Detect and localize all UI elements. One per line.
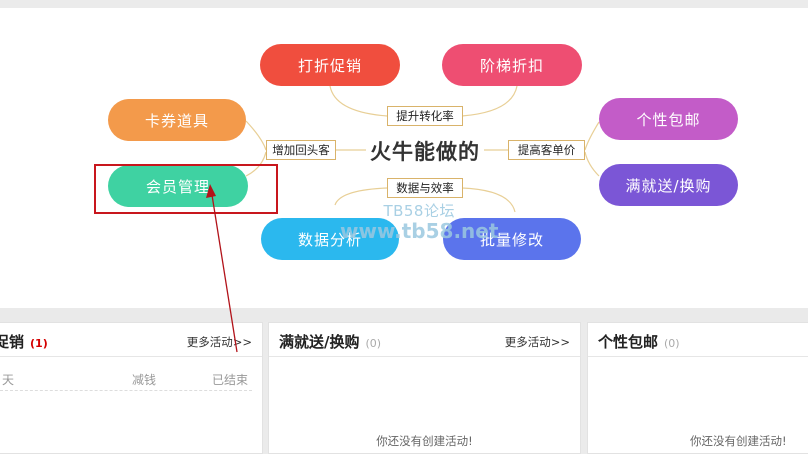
panel-title: 个性包邮 (0) [598, 331, 680, 352]
column-header: 减钱 [132, 373, 157, 387]
panel-gift-exchange: 满就送/换购 (0) 更多活动>> 你还没有创建活动! [268, 322, 581, 454]
column-header: 已结束 [212, 373, 249, 387]
panel-header: 满就送/换购 (0) 更多活动>> [269, 323, 580, 357]
empty-state-message: 你还没有创建活动! [376, 434, 473, 448]
column-header: 天 [2, 373, 15, 387]
watermark: TB58论坛 www.tb58.net [340, 200, 498, 243]
section-divider [0, 308, 808, 322]
connector-label-data-efficiency: 数据与效率 [387, 178, 463, 198]
panel-title: 满就送/换购 (0) [279, 331, 381, 352]
node-free-shipping[interactable]: 个性包邮 [599, 98, 738, 140]
panel-free-shipping: 个性包邮 (0) 你还没有创建活动! [587, 322, 808, 454]
mindmap-center-title: 火牛能做的 [370, 140, 480, 164]
panel-title-text: 促销 [0, 333, 25, 351]
node-discount-promo[interactable]: 打折促销 [260, 44, 400, 86]
watermark-line2: www.tb58.net [340, 219, 499, 243]
panel-header: 个性包邮 (0) [588, 323, 808, 357]
top-strip [0, 0, 808, 8]
node-tiered-discount[interactable]: 阶梯折扣 [442, 44, 582, 86]
panel-title-text: 个性包邮 [598, 333, 659, 351]
connector-label-order-value: 提高客单价 [508, 140, 585, 160]
panel-count: (1) [30, 337, 48, 350]
highlight-box [94, 164, 278, 214]
panel-title-text: 满就送/换购 [279, 333, 360, 351]
panel-title: 促销 (1) [0, 331, 48, 352]
connector-label-conversion: 提升转化率 [387, 106, 463, 126]
watermark-line1: TB58论坛 [383, 202, 455, 220]
more-activities-link[interactable]: 更多活动>> [505, 334, 570, 350]
connector-label-repeat-customers: 增加回头客 [266, 140, 336, 160]
panel-count: (0) [365, 337, 382, 350]
panel-count: (0) [664, 337, 680, 350]
more-activities-link[interactable]: 更多活动>> [187, 334, 252, 350]
table-header: 天 减钱 已结束 [0, 367, 252, 391]
node-coupons[interactable]: 卡券道具 [108, 99, 246, 141]
node-gift-exchange[interactable]: 满就送/换购 [599, 164, 738, 206]
empty-state-message: 你还没有创建活动! [690, 434, 787, 448]
panel-header: 促销 (1) 更多活动>> [0, 323, 262, 357]
app-screen: 打折促销 阶梯折扣 卡券道具 会员管理 数据分析 批量修改 个性包邮 满就送/换… [0, 0, 808, 454]
panel-promotions: 促销 (1) 更多活动>> 天 减钱 已结束 [0, 322, 263, 454]
